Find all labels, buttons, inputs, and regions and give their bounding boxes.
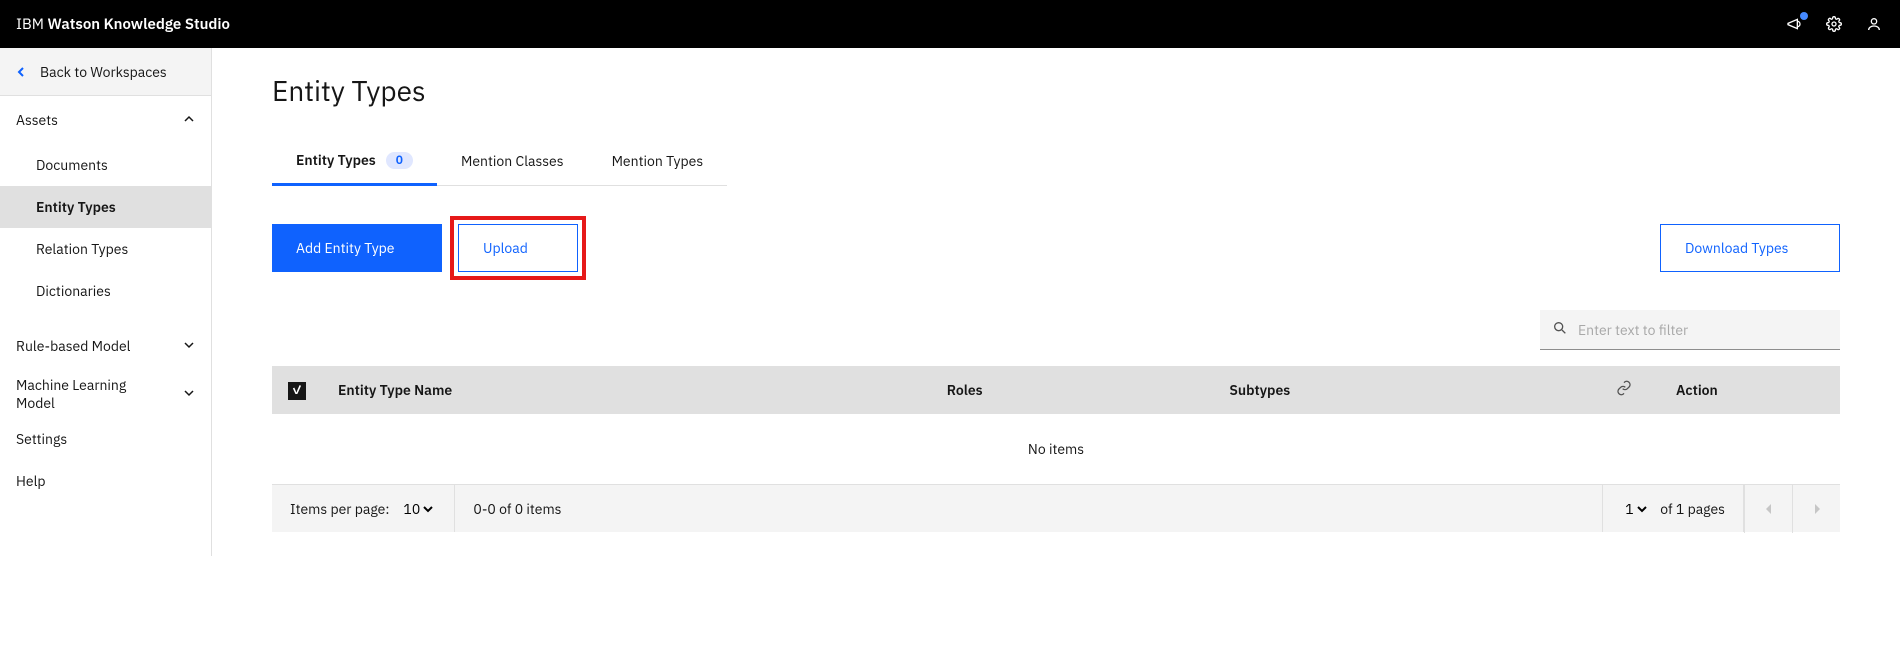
page-select-seg: 1 of 1 pages: [1603, 485, 1744, 532]
range-info: 0-0 of 0 items: [455, 485, 1603, 532]
sidebar-item-label: Dictionaries: [36, 282, 111, 300]
highlight-annotation: Upload: [450, 216, 586, 280]
sidebar-item-entity-types[interactable]: Entity Types: [0, 186, 211, 228]
tab-label: Entity Types: [296, 151, 376, 169]
pages-text: of 1 pages: [1660, 500, 1725, 518]
sidebar-item-label: Settings: [16, 430, 67, 448]
chevron-down-icon: [183, 385, 195, 403]
nav-header-assets[interactable]: Assets: [0, 96, 211, 144]
nav-section-assets: Assets Documents Entity Types Relation T…: [0, 96, 211, 312]
sidebar-item-documents[interactable]: Documents: [0, 144, 211, 186]
entity-types-table: ✓ Entity Type Name Roles Subtypes Action…: [272, 366, 1840, 484]
page-select[interactable]: 1: [1621, 499, 1650, 519]
main-content: Entity Types Entity Types 0 Mention Clas…: [212, 48, 1900, 556]
prev-page-button[interactable]: [1744, 485, 1792, 533]
tab-label: Mention Classes: [461, 152, 564, 170]
sidebar-item-label: Entity Types: [36, 198, 116, 216]
download-types-button[interactable]: Download Types: [1660, 224, 1840, 272]
tab-mention-types[interactable]: Mention Types: [588, 137, 728, 186]
sidebar-item-label: Documents: [36, 156, 108, 174]
back-label: Back to Workspaces: [40, 63, 167, 81]
brand-prefix: IBM: [16, 15, 44, 34]
notification-dot: [1800, 12, 1808, 20]
select-all-header: ✓: [272, 366, 322, 414]
search-wrap: [1540, 310, 1840, 350]
nav-label: Machine Learning Model: [16, 376, 146, 412]
upload-button[interactable]: Upload: [458, 224, 578, 272]
user-icon[interactable]: [1864, 14, 1884, 34]
header-icons: [1784, 14, 1884, 34]
tab-count-badge: 0: [386, 152, 413, 169]
brand-name: Watson Knowledge Studio: [48, 15, 230, 34]
sidebar-item-relation-types[interactable]: Relation Types: [0, 228, 211, 270]
col-action: Action: [1660, 366, 1840, 414]
search-input[interactable]: [1578, 321, 1828, 339]
next-page-button[interactable]: [1792, 485, 1840, 533]
chevron-down-icon: [183, 337, 195, 355]
items-per-page-select[interactable]: 10: [399, 499, 436, 519]
col-entity-type-name: Entity Type Name: [322, 366, 931, 414]
assets-sub-items: Documents Entity Types Relation Types Di…: [0, 144, 211, 312]
pagination: Items per page: 10 0-0 of 0 items 1 of 1…: [272, 484, 1840, 532]
tab-entity-types[interactable]: Entity Types 0: [272, 137, 437, 186]
search-icon: [1552, 320, 1568, 340]
brand: IBM Watson Knowledge Studio: [16, 15, 230, 34]
nav-label: Rule-based Model: [16, 337, 130, 355]
items-per-page-label: Items per page:: [290, 500, 389, 518]
search-row: [272, 310, 1840, 366]
back-to-workspaces[interactable]: Back to Workspaces: [0, 48, 211, 96]
col-subtypes: Subtypes: [1213, 366, 1600, 414]
no-items-message: No items: [272, 414, 1840, 484]
page-title: Entity Types: [272, 72, 1840, 109]
announcement-icon[interactable]: [1784, 14, 1804, 34]
tab-mention-classes[interactable]: Mention Classes: [437, 137, 588, 186]
sidebar-item-help[interactable]: Help: [0, 460, 211, 502]
select-all-checkbox[interactable]: ✓: [288, 382, 306, 400]
sidebar: Back to Workspaces Assets Documents Enti…: [0, 48, 212, 556]
sidebar-item-label: Relation Types: [36, 240, 128, 258]
nav-header-ml-model[interactable]: Machine Learning Model: [0, 370, 211, 418]
tab-label: Mention Types: [612, 152, 704, 170]
chevron-left-icon: [16, 63, 26, 81]
sidebar-item-label: Help: [16, 472, 46, 490]
add-entity-type-button[interactable]: Add Entity Type: [272, 224, 442, 272]
nav-label: Assets: [16, 111, 58, 129]
sidebar-item-dictionaries[interactable]: Dictionaries: [0, 270, 211, 312]
actions-row: Add Entity Type Upload Download Types: [272, 216, 1840, 280]
col-roles: Roles: [931, 366, 1214, 414]
table-header-row: ✓ Entity Type Name Roles Subtypes Action: [272, 366, 1840, 414]
page-arrows: [1744, 485, 1840, 533]
items-per-page: Items per page: 10: [272, 485, 455, 532]
nav-header-rule-model[interactable]: Rule-based Model: [0, 322, 211, 370]
range-text: 0-0 of 0 items: [473, 500, 561, 518]
link-icon: [1616, 382, 1632, 400]
col-link: [1600, 366, 1660, 414]
sidebar-item-settings[interactable]: Settings: [0, 418, 211, 460]
gear-icon[interactable]: [1824, 14, 1844, 34]
top-header: IBM Watson Knowledge Studio: [0, 0, 1900, 48]
chevron-up-icon: [183, 111, 195, 129]
tabs: Entity Types 0 Mention Classes Mention T…: [272, 137, 1840, 186]
